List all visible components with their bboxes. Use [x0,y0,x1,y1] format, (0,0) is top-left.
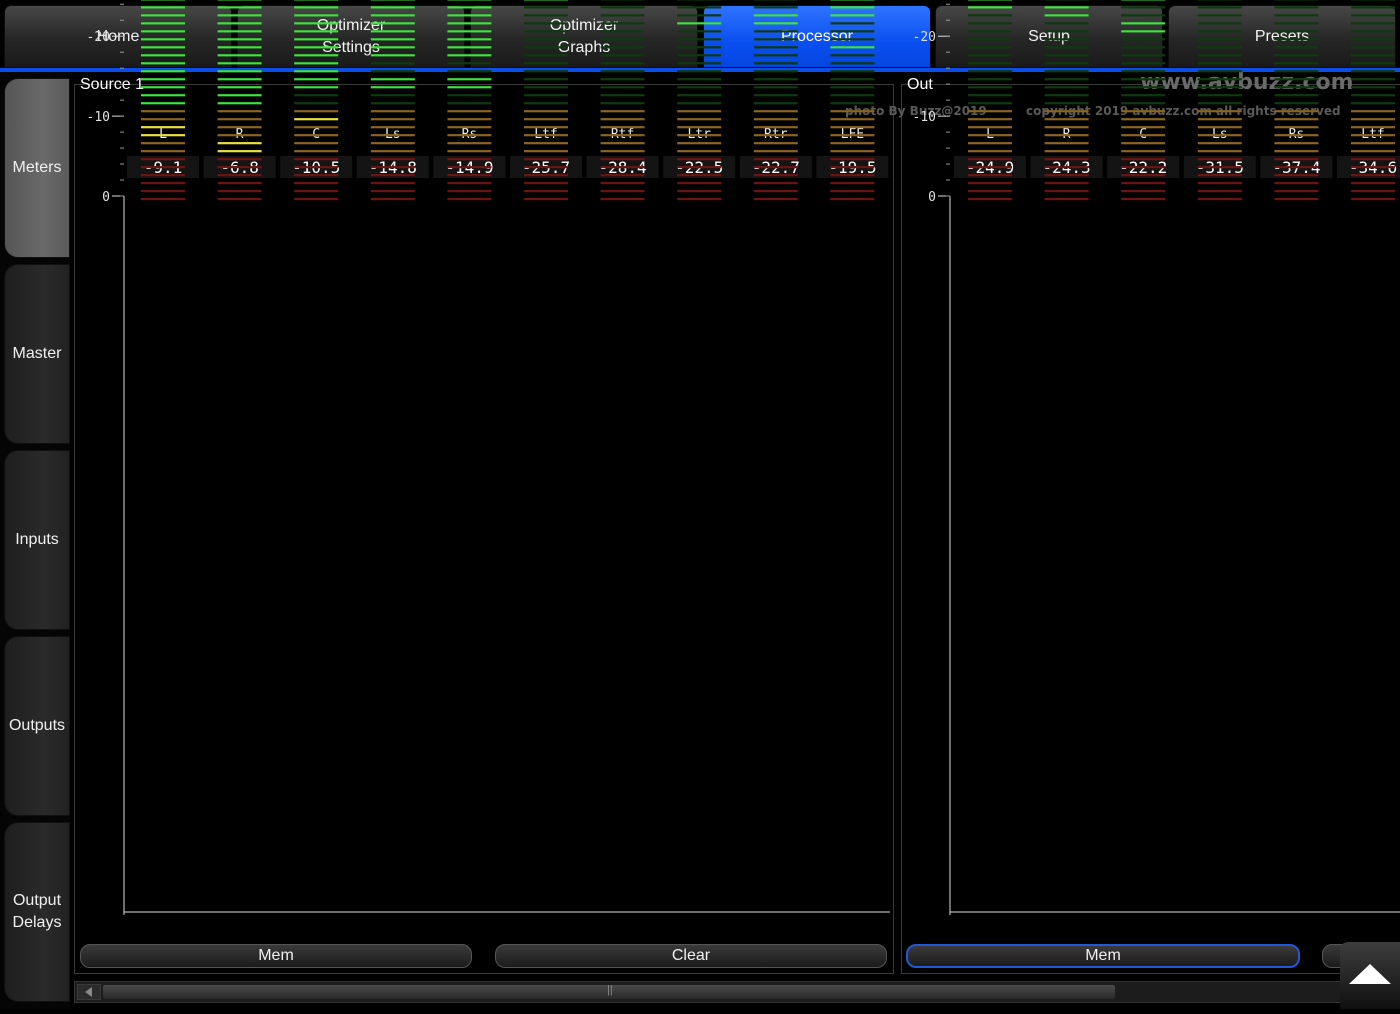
tab-optimizer-settings[interactable]: Optimizer Settings [237,5,465,68]
out-meter-segment [1045,78,1089,80]
out-panel-title: Out [907,76,933,94]
sidebar-item-master[interactable]: Master [4,264,70,444]
up-arrow-icon [1340,942,1400,1009]
top-navigation: Home Optimizer Settings Optimizer Graphs… [0,0,1400,72]
out-meter-segment [1351,78,1395,80]
tab-optimizer-graphs[interactable]: Optimizer Graphs [470,5,698,68]
source-panel-title: Source 1 [80,76,144,94]
scroll-up-button[interactable] [1340,942,1400,1009]
tab-label: Home [97,26,140,48]
watermark-photo-credit: photo By Buzz@2019 [845,104,987,118]
source-mem-button[interactable]: Mem [80,944,472,968]
source-meter-segment [294,78,338,80]
sidebar-item-label: Outputs [9,715,65,737]
out-mem-button[interactable]: Mem [906,944,1300,968]
tab-presets[interactable]: Presets [1168,5,1396,68]
tab-label: Optimizer Graphs [550,15,618,59]
source-meter-segment [218,78,262,80]
sidebar-item-label: Meters [13,157,62,179]
source-meter-segment [830,78,874,80]
sidebar-item-label: Master [13,343,62,365]
sidebar-item-label: Inputs [15,529,59,551]
scroll-grip: || [607,984,613,996]
tab-label: Presets [1255,26,1309,48]
source-meter-segment [141,78,185,80]
source-meter-segment [754,78,798,80]
scroll-left-icon[interactable] [77,984,101,1000]
sidebar-item-label: Output Delays [13,890,62,934]
tab-label: Setup [1028,26,1070,48]
tab-setup[interactable]: Setup [935,5,1163,68]
output-meter-panel [901,84,1400,974]
sidebar-item-inputs[interactable]: Inputs [4,450,70,630]
out-meter-segment [968,78,1012,80]
tab-home[interactable]: Home [4,5,232,68]
source-meter-panel [74,84,894,974]
tab-label: Optimizer Settings [317,15,385,59]
tab-processor[interactable]: Processor [703,5,931,68]
sidebar-item-outputs[interactable]: Outputs [4,636,70,816]
source-meter-segment [447,78,491,80]
watermark-site: www.avbuzz.com [1140,70,1354,95]
source-meter-segment [601,78,645,80]
source-meter-segment [524,78,568,80]
sidebar: Meters Master Inputs Outputs Output Dela… [0,72,70,1009]
horizontal-scrollbar[interactable]: || [74,981,1392,1003]
watermark-copyright: copyright 2019 avbuzz.com all rights res… [1026,104,1341,118]
clear-button[interactable]: Clear [495,944,887,968]
source-meter-segment [677,78,721,80]
tab-label: Processor [781,26,853,48]
sidebar-item-output-delays[interactable]: Output Delays [4,822,70,1002]
source-meter-segment [371,78,415,80]
sidebar-item-meters[interactable]: Meters [4,78,70,258]
